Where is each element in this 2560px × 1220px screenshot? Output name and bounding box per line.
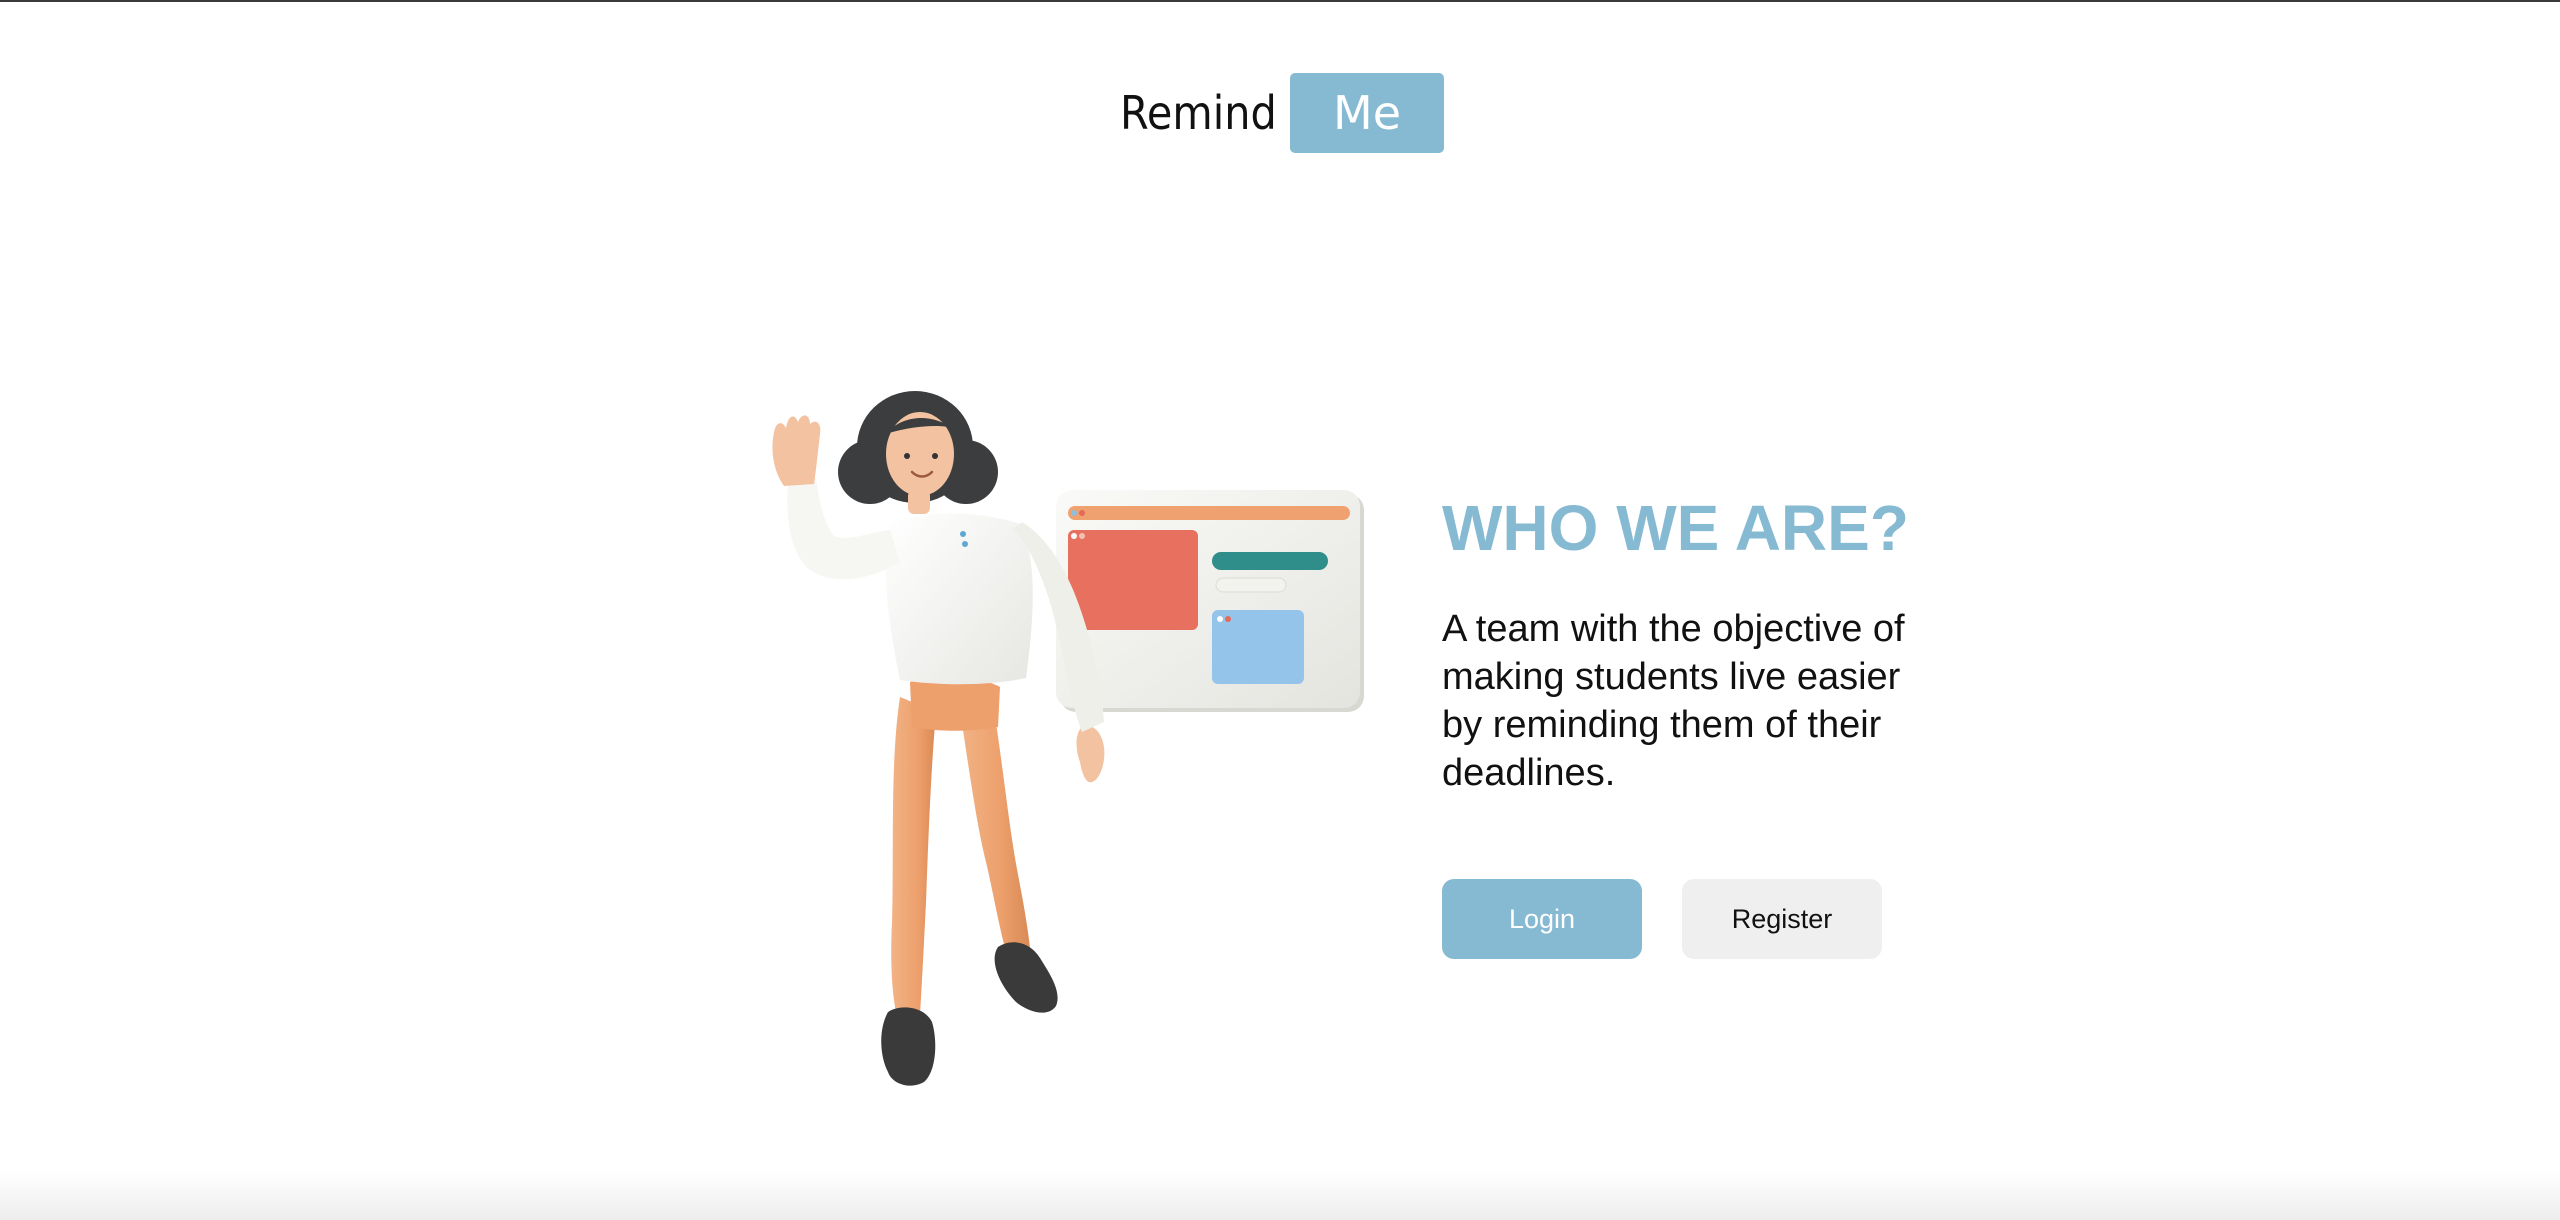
person-waving-illustration xyxy=(772,391,1364,1086)
hero-illustration xyxy=(730,382,1390,1102)
auth-buttons: Login Register xyxy=(1442,879,1962,959)
logo[interactable]: Remind Me xyxy=(1120,72,1444,154)
hero-content: WHO WE ARE? A team with the objective of… xyxy=(1442,487,1962,959)
bottom-shadow xyxy=(0,1170,2560,1220)
right-hand xyxy=(1076,725,1105,783)
waving-hand xyxy=(772,415,821,486)
dashboard-board xyxy=(1056,490,1364,712)
login-button[interactable]: Login xyxy=(1442,879,1642,959)
head xyxy=(838,391,998,514)
landing-page: Remind Me WHO WE ARE? A team with the ob… xyxy=(0,0,2560,1220)
logo-remind-text: Remind xyxy=(1120,86,1277,140)
logo-me-badge: Me xyxy=(1290,73,1444,153)
hero-heading: WHO WE ARE? xyxy=(1442,492,1909,564)
register-button[interactable]: Register xyxy=(1682,879,1882,959)
hero-description: A team with the objective of making stud… xyxy=(1442,608,1905,794)
